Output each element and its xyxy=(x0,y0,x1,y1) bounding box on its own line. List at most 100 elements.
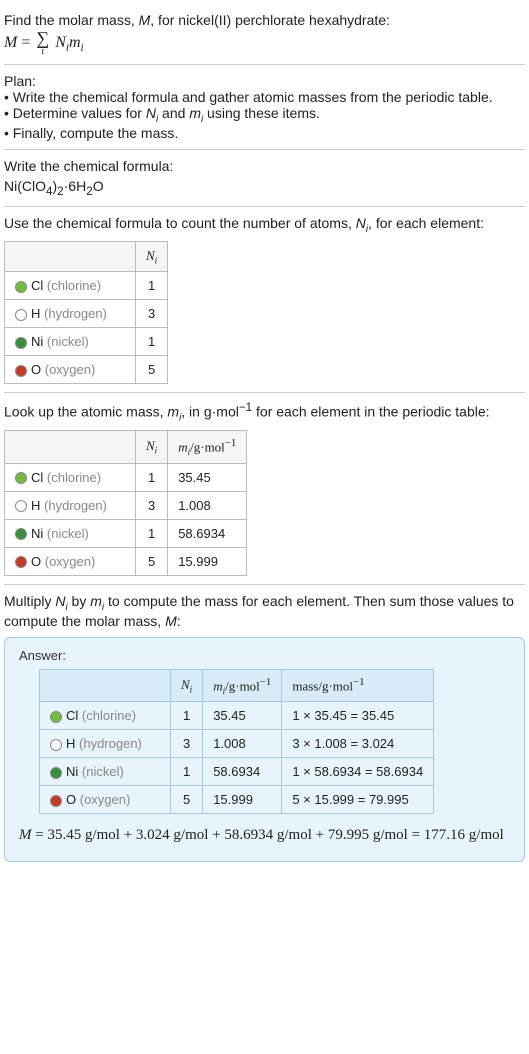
swatch-icon xyxy=(15,528,27,540)
elem-name: (hydrogen) xyxy=(79,736,142,751)
col-mi-m: m xyxy=(213,678,222,693)
col-mass: mass/g·mol−1 xyxy=(282,669,434,702)
col-element xyxy=(5,430,136,463)
eq-eq: = xyxy=(17,34,34,51)
count-table: Ni Cl (chlorine)1 H (hydrogen)3 Ni (nick… xyxy=(4,241,168,385)
n-cell: 1 xyxy=(171,758,203,786)
element-cell: Ni (nickel) xyxy=(5,519,136,547)
n-cell: 3 xyxy=(136,491,168,519)
element-cell: H (hydrogen) xyxy=(5,491,136,519)
elem-name: (hydrogen) xyxy=(44,498,107,513)
mass-heading: Look up the atomic mass, mi, in g·mol−1 … xyxy=(4,401,525,423)
elem-sym: O xyxy=(31,362,41,377)
final-rest: = 35.45 g/mol + 3.024 g/mol + 58.6934 g/… xyxy=(32,827,504,843)
count-section: Use the chemical formula to count the nu… xyxy=(4,207,525,393)
table-row: O (oxygen)515.9995 × 15.999 = 79.995 xyxy=(40,786,434,814)
element-cell: O (oxygen) xyxy=(40,786,171,814)
table-row: H (hydrogen)31.0083 × 1.008 = 3.024 xyxy=(40,730,434,758)
col-ni-sub: i xyxy=(155,446,158,456)
elem-sym: Ni xyxy=(66,764,78,779)
intro-line: Find the molar mass, M, for nickel(II) p… xyxy=(4,12,525,28)
plan-b2-N: N xyxy=(146,105,156,121)
elem-name: (oxygen) xyxy=(80,792,131,807)
elem-sym: Cl xyxy=(31,470,43,485)
elem-sym: H xyxy=(31,306,40,321)
n-cell: 3 xyxy=(171,730,203,758)
col-mass-label: mass/g·mol xyxy=(292,679,353,694)
swatch-icon xyxy=(15,556,27,568)
element-cell: Cl (chlorine) xyxy=(5,463,136,491)
table-row: H (hydrogen)3 xyxy=(5,300,168,328)
plan-b2-post: using these items. xyxy=(203,105,320,121)
calc-cell: 1 × 58.6934 = 58.6934 xyxy=(282,758,434,786)
plan-bullet-3: • Finally, compute the mass. xyxy=(4,125,525,141)
mul-p2: by xyxy=(68,593,91,609)
intro-text-post: , for nickel(II) perchlorate hexahydrate… xyxy=(150,12,390,28)
mass-h-m: m xyxy=(167,404,179,420)
mul-m: m xyxy=(90,593,102,609)
swatch-icon xyxy=(50,739,62,751)
elem-name: (nickel) xyxy=(47,334,89,349)
table-row: H (hydrogen)31.008 xyxy=(5,491,247,519)
col-mi: mi/g·mol−1 xyxy=(203,669,282,702)
col-element xyxy=(5,241,136,272)
plan-heading: Plan: xyxy=(4,73,525,89)
final-equation: M = 35.45 g/mol + 3.024 g/mol + 58.6934 … xyxy=(19,824,510,847)
calc-cell: 3 × 1.008 = 3.024 xyxy=(282,730,434,758)
table-row: Ni (nickel) 1 xyxy=(5,328,168,356)
plan-b2-m: m xyxy=(189,105,201,121)
table-header-row: Ni mi/g·mol−1 xyxy=(5,430,247,463)
chem-p0: Ni(ClO xyxy=(4,178,46,194)
m-cell: 58.6934 xyxy=(203,758,282,786)
col-mass-exp: −1 xyxy=(353,676,365,688)
col-ni: Ni xyxy=(136,241,168,272)
n-cell: 5 xyxy=(136,356,168,384)
count-h-N: N xyxy=(356,215,366,231)
elem-name: (nickel) xyxy=(82,764,124,779)
intro-text-pre: Find the molar mass, xyxy=(4,12,139,28)
table-row: O (oxygen)515.999 xyxy=(5,547,247,575)
m-cell: 35.45 xyxy=(168,463,247,491)
table-row: Ni (nickel) 158.69341 × 58.6934 = 58.6934 xyxy=(40,758,434,786)
mass-h-exp: −1 xyxy=(239,401,252,414)
table-header-row: Ni mi/g·mol−1 mass/g·mol−1 xyxy=(40,669,434,702)
n-cell: 1 xyxy=(136,519,168,547)
element-cell: H (hydrogen) xyxy=(40,730,171,758)
col-ni-sub: i xyxy=(155,255,158,265)
sum-index: i xyxy=(36,47,49,56)
multiply-text: Multiply Ni by mi to compute the mass fo… xyxy=(4,593,525,629)
answer-box: Answer: Ni mi/g·mol−1 mass/g·mol−1 Cl (c… xyxy=(4,637,525,862)
answer-table: Ni mi/g·mol−1 mass/g·mol−1 Cl (chlorine)… xyxy=(39,669,434,815)
swatch-icon xyxy=(50,711,62,723)
plan-bullet-2: • Determine values for Ni and mi using t… xyxy=(4,105,525,125)
n-cell: 1 xyxy=(136,463,168,491)
chem-p4: ·6H xyxy=(64,178,87,194)
chemical-formula-section: Write the chemical formula: Ni(ClO4)2·6H… xyxy=(4,150,525,207)
elem-sym: Ni xyxy=(31,334,43,349)
eq-m: m xyxy=(69,34,81,51)
eq-N: N xyxy=(55,34,66,51)
table-row: Cl (chlorine)135.45 xyxy=(5,463,247,491)
n-cell: 5 xyxy=(171,786,203,814)
answer-label: Answer: xyxy=(19,648,510,663)
mul-M: M xyxy=(165,613,177,629)
col-mi: mi/g·mol−1 xyxy=(168,430,247,463)
m-cell: 35.45 xyxy=(203,702,282,730)
elem-sym: Ni xyxy=(31,526,43,541)
n-cell: 1 xyxy=(136,328,168,356)
elem-name: (nickel) xyxy=(47,526,89,541)
col-mi-exp: −1 xyxy=(225,437,237,449)
mass-h-post: for each element in the periodic table: xyxy=(252,404,489,420)
calc-cell: 1 × 35.45 = 35.45 xyxy=(282,702,434,730)
swatch-icon xyxy=(15,281,27,293)
mul-N: N xyxy=(55,593,65,609)
elem-sym: Cl xyxy=(31,278,43,293)
answer-section: Multiply Ni by mi to compute the mass fo… xyxy=(4,585,525,862)
n-cell: 3 xyxy=(136,300,168,328)
swatch-icon xyxy=(50,795,62,807)
m-cell: 15.999 xyxy=(168,547,247,575)
element-cell: O (oxygen) xyxy=(5,547,136,575)
col-mi-unit: /g·mol xyxy=(190,439,225,454)
count-heading: Use the chemical formula to count the nu… xyxy=(4,215,525,235)
col-ni-sub: i xyxy=(190,684,193,694)
